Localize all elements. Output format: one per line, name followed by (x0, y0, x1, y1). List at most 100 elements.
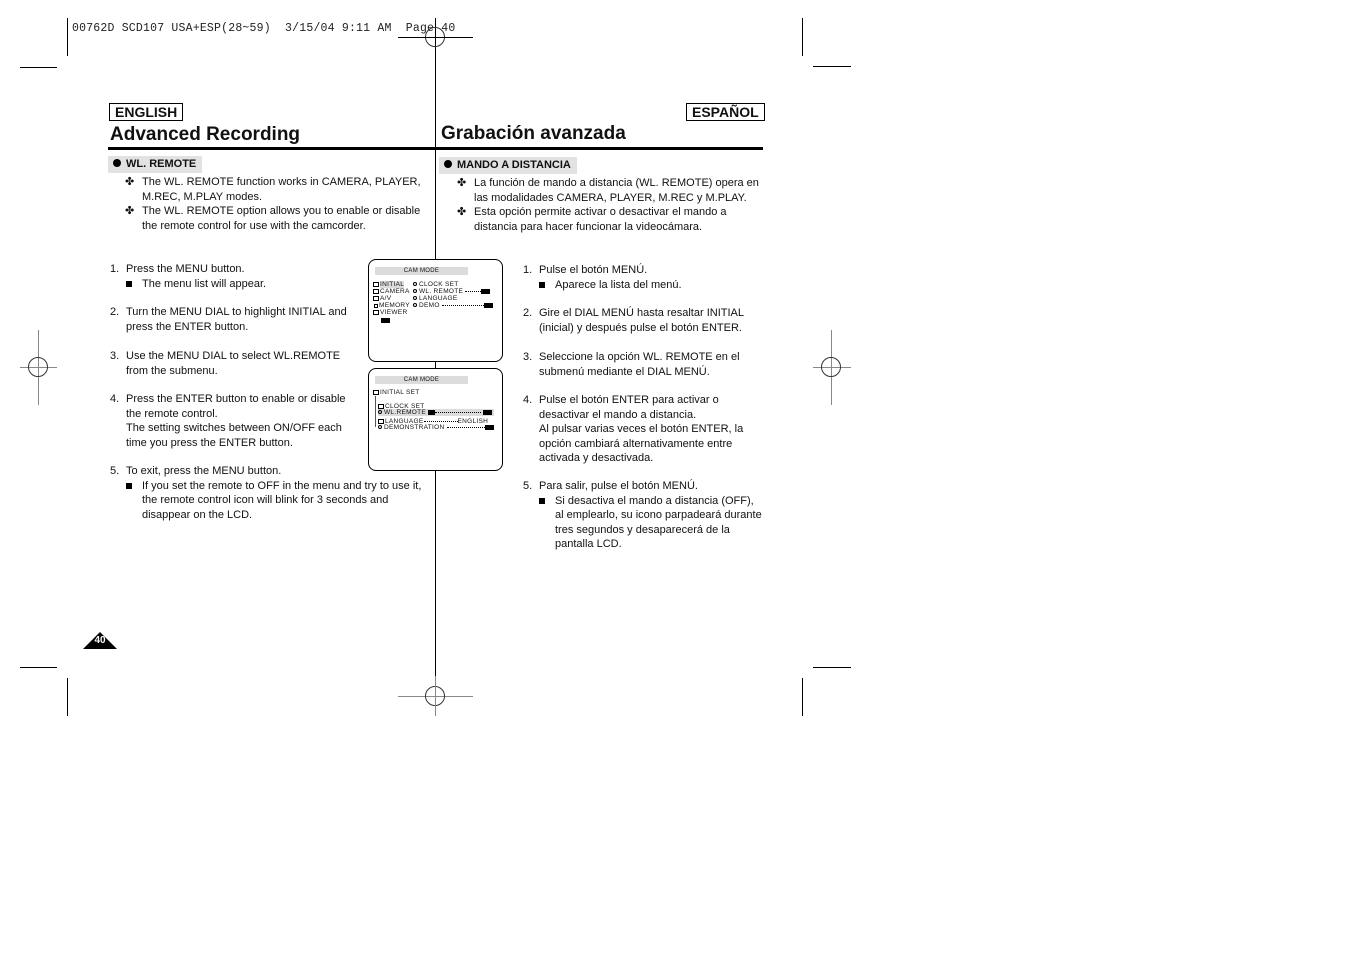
lcd-item-label: WL.REMOTE (384, 409, 427, 416)
slug-underline (398, 37, 473, 38)
lcd-submenu-label: WL. REMOTE (419, 288, 464, 295)
crop-mark (20, 667, 57, 668)
lcd-item-selected: WL.REMOTE (378, 409, 494, 416)
leader-dots (435, 409, 482, 413)
step-number: 5. (523, 480, 533, 492)
step-number: 5. (110, 465, 120, 477)
section-heading-english: WL. REMOTE (108, 156, 203, 173)
page-number: 40 (94, 635, 106, 646)
step-number: 4. (523, 394, 533, 406)
intro-bullet-text: The WL. REMOTE option allows you to enab… (142, 205, 421, 232)
remote-status-block-icon (381, 318, 390, 323)
bullet-dot-icon (444, 160, 452, 168)
step-extra-text: The setting switches between ON/OFF each… (126, 422, 342, 449)
lcd-menu-item: A/V (373, 295, 391, 302)
registration-mark (435, 676, 436, 716)
step-number: 4. (110, 393, 120, 405)
value-block-icon (484, 425, 494, 430)
step-3-english: 3. Use the MENU DIAL to select WL.REMOTE… (110, 349, 360, 378)
square-bullet-icon (539, 281, 545, 288)
cross-bullet-icon: ✤ (125, 205, 135, 218)
folder-icon (373, 390, 379, 395)
step-number: 3. (523, 351, 533, 363)
cross-bullet-icon: ✤ (457, 177, 467, 189)
memory-icon (374, 304, 378, 308)
intro-bullet-text: La función de mando a distancia (WL. REM… (474, 177, 759, 204)
step-number: 1. (110, 263, 120, 275)
lcd-menu-item: VIEWER (373, 309, 407, 316)
lcd-submenu-label: DEMO (419, 302, 440, 309)
tree-line (375, 396, 376, 427)
intro-bullets-spanish: ✤ La función de mando a distancia (WL. R… (457, 176, 762, 234)
section-heading-spanish: MANDO A DISTANCIA (439, 157, 577, 174)
step-note: Aparece la lista del menú. (539, 278, 763, 293)
cross-bullet-icon: ✤ (125, 176, 135, 188)
lcd-menu-item: CAMERA (373, 288, 410, 295)
diamond-icon (378, 425, 382, 429)
diamond-icon (413, 282, 417, 286)
step-text: Turn the MENU DIAL to highlight INITIAL … (126, 306, 347, 333)
page-title-english: Advanced Recording (110, 124, 301, 145)
step-note: The menu list will appear. (126, 277, 355, 292)
leader-dots (446, 424, 485, 428)
lcd-screen-menu: CAM MODE INITIAL CAMERA A/V MEMORY VIEWE… (368, 259, 503, 362)
lcd-screen-initial-set: CAM MODE INITIAL SET CLOCK SET WL.REMOTE… (368, 368, 503, 471)
lcd-submenu-label: CLOCK SET (419, 281, 459, 288)
step-extra-text: Al pulsar varias veces el botón ENTER, l… (539, 423, 744, 465)
leader-dots (423, 418, 458, 422)
lcd-menu-label: CAMERA (380, 288, 410, 295)
section-heading-text: WL. REMOTE (126, 158, 197, 170)
step-text: Para salir, pulse el botón MENÚ. (539, 480, 698, 492)
intro-bullet: ✤ The WL. REMOTE option allows you to en… (125, 204, 425, 233)
step-note-text: Si desactiva el mando a distancia (OFF),… (555, 494, 762, 551)
diamond-icon (413, 296, 417, 300)
lcd-item: DEMONSTRATION (378, 424, 494, 431)
step-2-english: 2. Turn the MENU DIAL to highlight INITI… (110, 305, 355, 334)
lcd-header: CAM MODE (375, 376, 468, 384)
lcd-menu-label: INITIAL (380, 281, 405, 288)
registration-circle (28, 357, 48, 377)
folder-icon (373, 282, 379, 287)
bullet-dot-icon (113, 159, 121, 167)
intro-bullet: ✤ La función de mando a distancia (WL. R… (457, 176, 762, 205)
step-text: Seleccione la opción WL. REMOTE en el su… (539, 351, 740, 378)
lcd-submenu-item: WL. REMOTE (413, 288, 491, 295)
camera-folder-icon (373, 289, 379, 294)
lcd-menu-item: MEMORY (373, 302, 410, 309)
lcd-menu-label: MEMORY (379, 302, 410, 309)
step-note-text: The menu list will appear. (142, 277, 267, 290)
step-number: 2. (110, 306, 120, 318)
step-2-spanish: 2. Gire el DIAL MENÚ hasta resaltar INIT… (523, 306, 748, 335)
print-slug: 00762D SCD107 USA+ESP(28~59) 3/15/04 9:1… (72, 22, 456, 35)
crop-mark (802, 678, 803, 716)
step-5-spanish: 5. Para salir, pulse el botón MENÚ. Si d… (523, 479, 765, 552)
step-note: Si desactiva el mando a distancia (OFF),… (539, 494, 765, 552)
intro-bullet-text: Esta opción permite activar o desactivar… (474, 206, 727, 233)
diamond-icon (413, 289, 417, 293)
lcd-submenu-item: DEMO (413, 302, 493, 309)
step-4-english: 4. Press the ENTER button to enable or d… (110, 392, 360, 450)
value-block-icon (483, 303, 493, 308)
leader-dots (465, 288, 482, 292)
intro-bullet: ✤ Esta opción permite activar o desactiv… (457, 205, 762, 234)
lcd-item-label: DEMONSTRATION (384, 424, 445, 431)
step-4-spanish: 4. Pulse el botón ENTER para activar o d… (523, 393, 765, 466)
square-bullet-icon (539, 497, 545, 504)
section-heading-text: MANDO A DISTANCIA (457, 159, 571, 171)
title-rule (436, 147, 763, 150)
step-5-english: 5. To exit, press the MENU button. If yo… (110, 464, 432, 522)
lcd-submenu-item: LANGUAGE (413, 295, 458, 302)
crop-mark (20, 67, 57, 68)
step-text: Pulse el botón MENÚ. (539, 264, 648, 276)
square-bullet-icon (126, 482, 132, 489)
intro-bullet-text: The WL. REMOTE function works in CAMERA,… (142, 176, 421, 203)
crop-mark (813, 667, 851, 668)
language-label-english: ENGLISH (109, 103, 184, 121)
lcd-menu-label: VIEWER (380, 309, 408, 316)
step-1-english: 1. Press the MENU button. The menu list … (110, 262, 355, 291)
lcd-menu-item: INITIAL (373, 281, 405, 288)
intro-bullets-english: ✤ The WL. REMOTE function works in CAMER… (125, 175, 425, 233)
lcd-group: INITIAL SET (373, 389, 420, 396)
step-text: Gire el DIAL MENÚ hasta resaltar INITIAL… (539, 307, 744, 334)
viewer-folder-icon (373, 310, 379, 315)
